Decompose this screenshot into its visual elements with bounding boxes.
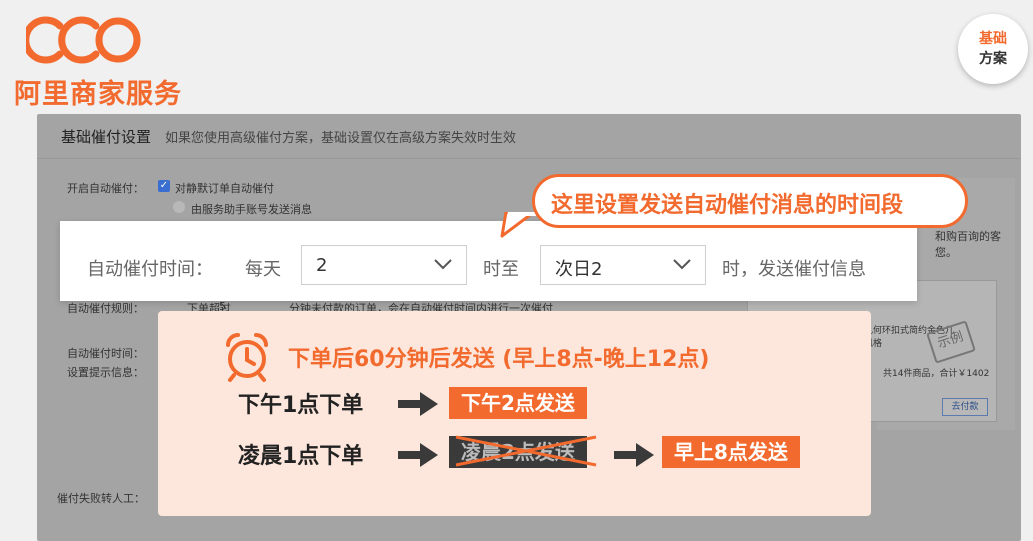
- order-summary: 共14件商品，合计￥1402: [883, 369, 990, 379]
- panel-header: 基础催付设置 如果您使用高级催付方案，基础设置仅在高级方案失效时生效: [37, 114, 1021, 159]
- arrow-right-icon: [398, 392, 438, 416]
- enable-label: 开启自动催付：: [67, 182, 144, 195]
- to-label: 时至: [483, 259, 519, 280]
- timing-info-panel: 下单后60分钟后发送 (早上8点-晚上12点) 下午1点下单 下午2点发送 凌晨…: [158, 311, 871, 516]
- checkbox-label: 对静默订单自动催付: [175, 182, 274, 195]
- remind-time-row: 自动催付时间： 每天 2 时至 次日2 时，发送催付信息: [60, 221, 917, 301]
- badge-line-2: 方案: [979, 51, 1007, 67]
- brand-name: 阿里商家服务: [14, 79, 182, 110]
- alarm-clock-icon: [226, 333, 268, 382]
- pay-button[interactable]: 去付款: [942, 398, 988, 416]
- chevron-down-icon: [434, 259, 452, 270]
- preview-snippet-2: 您。: [935, 246, 957, 259]
- end-hour-select[interactable]: 次日2: [540, 245, 706, 285]
- every-day-label: 每天: [245, 259, 281, 280]
- start-hour-select[interactable]: 2: [301, 245, 467, 285]
- example-2-send-time: 早上8点发送: [662, 436, 800, 468]
- arrow-right-icon: [398, 443, 438, 467]
- preview-snippet-1: 和购百询的客: [935, 230, 1001, 243]
- example-1-order-time: 下午1点下单: [238, 393, 364, 418]
- brand-logo: 阿里商家服务: [12, 10, 181, 110]
- send-message-label: 时，发送催付信息: [722, 259, 866, 280]
- fallback-label: 催付失败转人工：: [57, 492, 145, 505]
- badge-line-1: 基础: [979, 31, 1007, 47]
- time-label: 自动催付时间：: [67, 347, 144, 360]
- radio-label: 由服务助手账号发送消息: [191, 203, 312, 216]
- panel-title: 基础催付设置: [61, 128, 152, 146]
- hint-label: 设置提示信息：: [67, 366, 144, 379]
- timing-rule-title: 下单后60分钟后发送 (早上8点-晚上12点): [288, 347, 710, 372]
- rule-label: 自动催付规则：: [67, 302, 144, 315]
- callout-pointer: [500, 212, 536, 238]
- panel-description: 如果您使用高级催付方案，基础设置仅在高级方案失效时生效: [165, 131, 517, 146]
- example-1-send-time: 下午2点发送: [449, 387, 587, 419]
- assistant-account-radio[interactable]: [173, 201, 185, 213]
- ccp-logo-icon: [26, 16, 141, 64]
- start-hour-value: 2: [316, 255, 328, 276]
- end-hour-value: 次日2: [555, 259, 603, 280]
- auto-remind-checkbox[interactable]: ✓: [158, 180, 170, 192]
- strike-cross-icon: [455, 435, 597, 467]
- chevron-down-icon: [673, 259, 691, 270]
- callout-bubble: 这里设置发送自动催付消息的时间段: [532, 174, 968, 228]
- example-2-order-time: 凌晨1点下单: [238, 444, 364, 469]
- callout-text: 这里设置发送自动催付消息的时间段: [551, 193, 904, 218]
- remind-time-label: 自动催付时间：: [87, 259, 213, 280]
- plan-badge: 基础 方案: [958, 14, 1028, 84]
- arrow-right-icon: [614, 443, 654, 467]
